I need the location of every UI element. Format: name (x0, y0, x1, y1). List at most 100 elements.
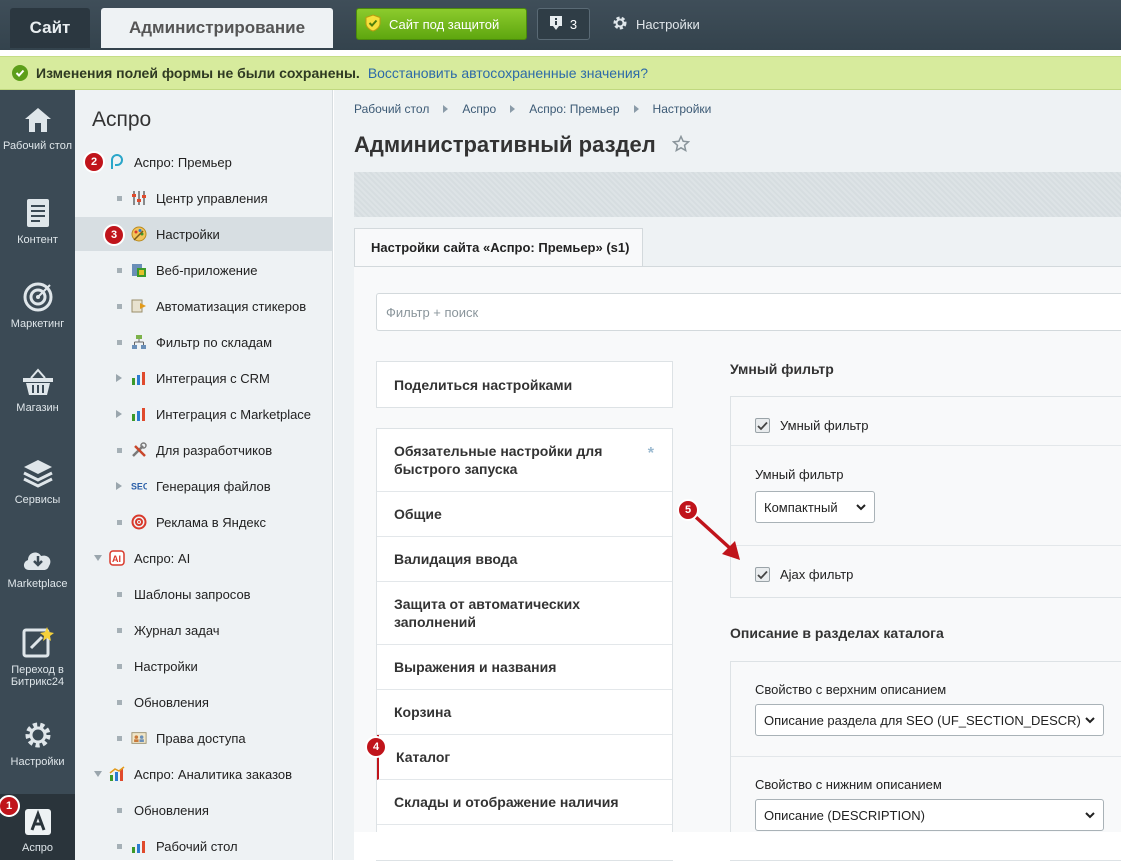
integration-icon (131, 370, 147, 386)
page-title: Административный раздел (354, 132, 656, 157)
chevron-down-icon (1085, 812, 1095, 819)
analytics-icon (109, 766, 125, 782)
menu-item-label: Аспро: Премьер (134, 154, 232, 170)
bottom-description-select[interactable]: Описание (DESCRIPTION) (755, 799, 1104, 831)
ai-icon: AI (109, 550, 125, 566)
share-settings-button[interactable]: Поделиться настройками (376, 361, 673, 408)
users-icon (131, 730, 147, 746)
menu-item-analytics-desktop[interactable]: Рабочий стол (75, 829, 333, 863)
menu-item-aspro-ai[interactable]: AI Аспро: AI (75, 541, 333, 575)
iconbar-item-bitrix24[interactable]: Переход в Битрикс24 (0, 626, 75, 696)
iconbar-item-marketplace[interactable]: Marketplace (0, 546, 75, 596)
ajax-filter-checkbox[interactable] (755, 567, 770, 582)
bullet (117, 591, 122, 597)
menu-item-ai-updates[interactable]: Обновления (75, 685, 333, 719)
bullet (117, 807, 122, 813)
svg-text:AI: AI (112, 554, 121, 564)
category-quick-start[interactable]: Обязательные настройки для быстрого запу… (377, 429, 672, 492)
bullet (117, 519, 122, 525)
filter-search-input[interactable]: Фильтр + поиск (376, 293, 1121, 331)
menu-item-yandex-ads[interactable]: Реклама в Яндекс (75, 505, 333, 539)
menu-item-access-rights[interactable]: Права доступа (75, 721, 333, 755)
category-label: Склады и отображение наличия (394, 794, 619, 810)
menu-item-warehouse-filter[interactable]: Фильтр по складам (75, 325, 333, 359)
menu-item-label: Фильтр по складам (156, 334, 273, 350)
target-icon (131, 514, 147, 530)
menu-item-crm-integration[interactable]: Интеграция с CRM (75, 361, 333, 395)
menu-item-aspro-premier[interactable]: Аспро: Премьер (75, 145, 333, 179)
breadcrumb-item[interactable]: Аспро: Премьер (529, 102, 619, 116)
site-protected-button[interactable]: Сайт под защитой (356, 8, 527, 40)
expand-arrow-icon[interactable] (116, 482, 122, 490)
tab-site[interactable]: Сайт (10, 8, 90, 48)
breadcrumb-item[interactable]: Рабочий стол (354, 102, 429, 116)
star-icon[interactable] (671, 134, 691, 156)
category-general[interactable]: Общие (377, 492, 672, 537)
aspro-menu-panel: Аспро Аспро: Премьер Центр управления На… (75, 90, 333, 860)
integration-icon (131, 406, 147, 422)
step-badge-2: 2 (83, 151, 105, 173)
breadcrumb-item[interactable]: Аспро (462, 102, 496, 116)
iconbar-item-services[interactable]: Сервисы (0, 458, 75, 518)
chevron-down-icon (856, 504, 866, 511)
iconbar-item-content[interactable]: Контент (0, 198, 75, 258)
category-warehouses[interactable]: Склады и отображение наличия (377, 780, 672, 825)
menu-item-developers[interactable]: Для разработчиков (75, 433, 333, 467)
top-description-select[interactable]: Описание раздела для SEO (UF_SECTION_DES… (755, 704, 1104, 736)
analytics-icon (131, 838, 147, 854)
tab-site-settings[interactable]: Настройки сайта «Аспро: Премьер» (s1) (354, 228, 643, 266)
iconbar-item-settings[interactable]: Настройки (0, 720, 75, 770)
menu-item-task-log[interactable]: Журнал задач (75, 613, 333, 647)
smart-filter-box: Умный фильтр Умный фильтр Компактный Aja… (730, 396, 1121, 598)
aspro-icon (24, 809, 51, 835)
expand-arrow-icon[interactable] (116, 410, 122, 418)
category-label: Общие (394, 506, 442, 522)
shield-check-icon (365, 13, 381, 35)
bullet (117, 303, 122, 309)
category-autofill-protection[interactable]: Защита от автоматических заполнений (377, 582, 672, 645)
menu-item-label: Обновления (134, 694, 209, 710)
notifications-button[interactable]: 3 (537, 8, 590, 40)
smart-filter-checkbox-row: Умный фильтр (731, 397, 1121, 446)
main-content: Рабочий стол Аспро Аспро: Премьер Настро… (334, 90, 1121, 861)
menu-item-ai-settings[interactable]: Настройки (75, 649, 333, 683)
iconbar-item-shop[interactable]: Магазин (0, 368, 75, 428)
breadcrumb-item[interactable]: Настройки (653, 102, 712, 116)
menu-item-stickers-automation[interactable]: Автоматизация стикеров (75, 289, 333, 323)
menu-item-label: Аспро: Аналитика заказов (134, 766, 293, 782)
restore-autosave-link[interactable]: Восстановить автосохраненные значения? (368, 65, 648, 81)
document-icon (26, 199, 49, 227)
menu-item-marketplace-integration[interactable]: Интеграция с Marketplace (75, 397, 333, 431)
iconbar-label: Переход в Битрикс24 (10, 664, 65, 688)
smart-filter-checkbox[interactable] (755, 418, 770, 433)
menu-item-orders-analytics[interactable]: Аспро: Аналитика заказов (75, 757, 333, 791)
collapse-arrow-icon[interactable] (94, 771, 102, 777)
iconbar-label: Настройки (10, 756, 65, 768)
menu-item-file-generation[interactable]: SEO Генерация файлов (75, 469, 333, 503)
menu-item-analytics-updates[interactable]: Обновления (75, 793, 333, 827)
tools-icon (131, 442, 147, 458)
category-phrases-names[interactable]: Выражения и названия (377, 645, 672, 690)
collapse-arrow-icon[interactable] (94, 555, 102, 561)
expand-arrow-icon[interactable] (116, 374, 122, 382)
category-catalog[interactable]: Каталог (377, 735, 672, 780)
category-input-validation[interactable]: Валидация ввода (377, 537, 672, 582)
menu-item-label: Интеграция с CRM (156, 370, 270, 386)
menu-item-label: Журнал задач (134, 622, 220, 638)
iconbar-item-desktop[interactable]: Рабочий стол (0, 106, 75, 176)
aspro-premier-icon (109, 154, 125, 170)
menu-item-request-templates[interactable]: Шаблоны запросов (75, 577, 333, 611)
tab-administration[interactable]: Администрирование (101, 8, 333, 48)
category-label: Каталог (396, 749, 451, 765)
category-cart[interactable]: Корзина (377, 690, 672, 735)
iconbar-item-marketing[interactable]: Маркетинг (0, 282, 75, 342)
menu-item-web-app[interactable]: Веб-приложение (75, 253, 333, 287)
smart-filter-view-select[interactable]: Компактный (755, 491, 875, 523)
menu-item-control-center[interactable]: Центр управления (75, 181, 333, 215)
ajax-filter-checkbox-row: Ajax фильтр (731, 546, 1121, 598)
menu-item-label: Реклама в Яндекс (156, 514, 266, 530)
cloud-download-icon (23, 552, 50, 570)
top-settings-link[interactable]: Настройки (612, 8, 700, 40)
select-value: Компактный (764, 499, 838, 515)
menu-item-label: Центр управления (156, 190, 268, 206)
